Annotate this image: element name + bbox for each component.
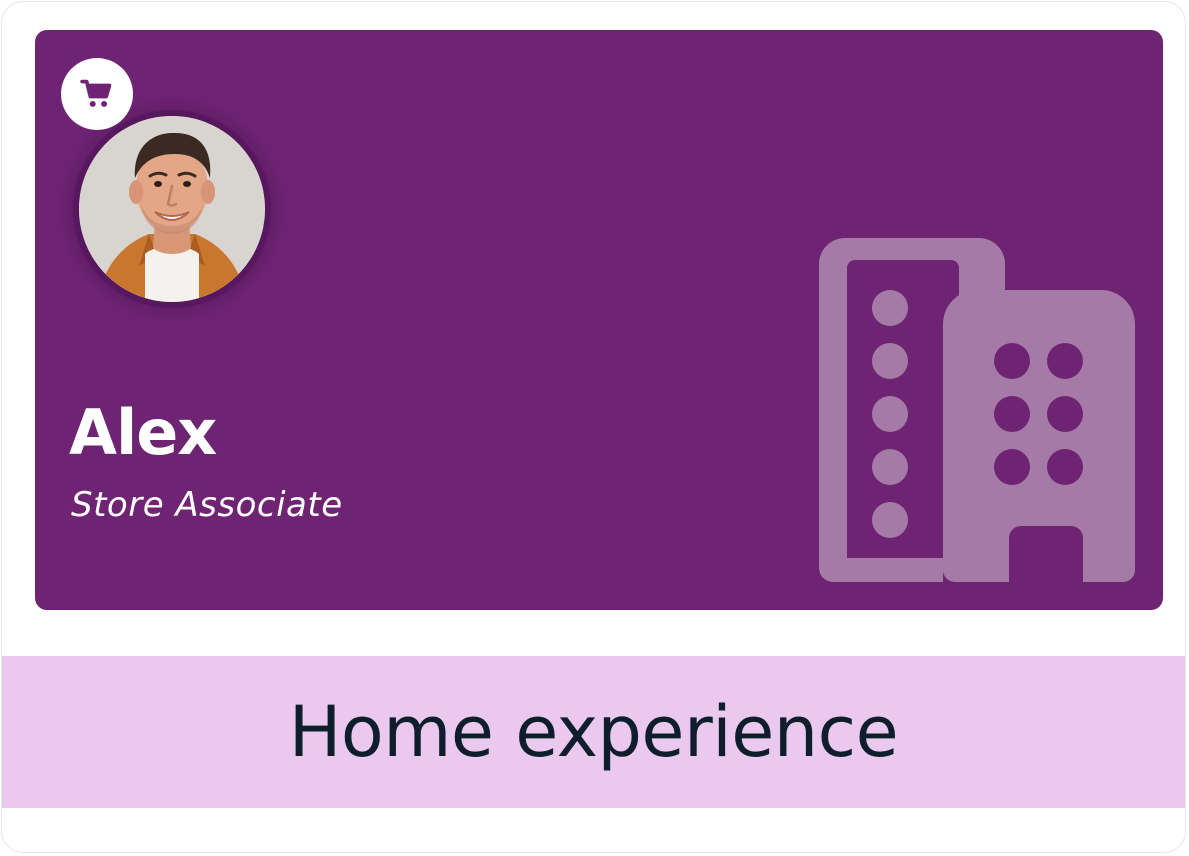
person-avatar-image: [79, 116, 265, 302]
shopping-cart-icon: [80, 79, 112, 107]
avatar: [79, 116, 265, 302]
footer-band: Home experience: [2, 656, 1185, 808]
profile-role: Store Associate: [71, 485, 343, 525]
building-icon: [819, 238, 1135, 582]
experience-card[interactable]: Alex Store Associate Home experience: [1, 1, 1186, 853]
profile-name: Alex: [69, 396, 217, 469]
profile-hero-panel: Alex Store Associate: [35, 30, 1163, 610]
experience-title: Home experience: [288, 691, 899, 773]
role-badge: [61, 58, 133, 130]
